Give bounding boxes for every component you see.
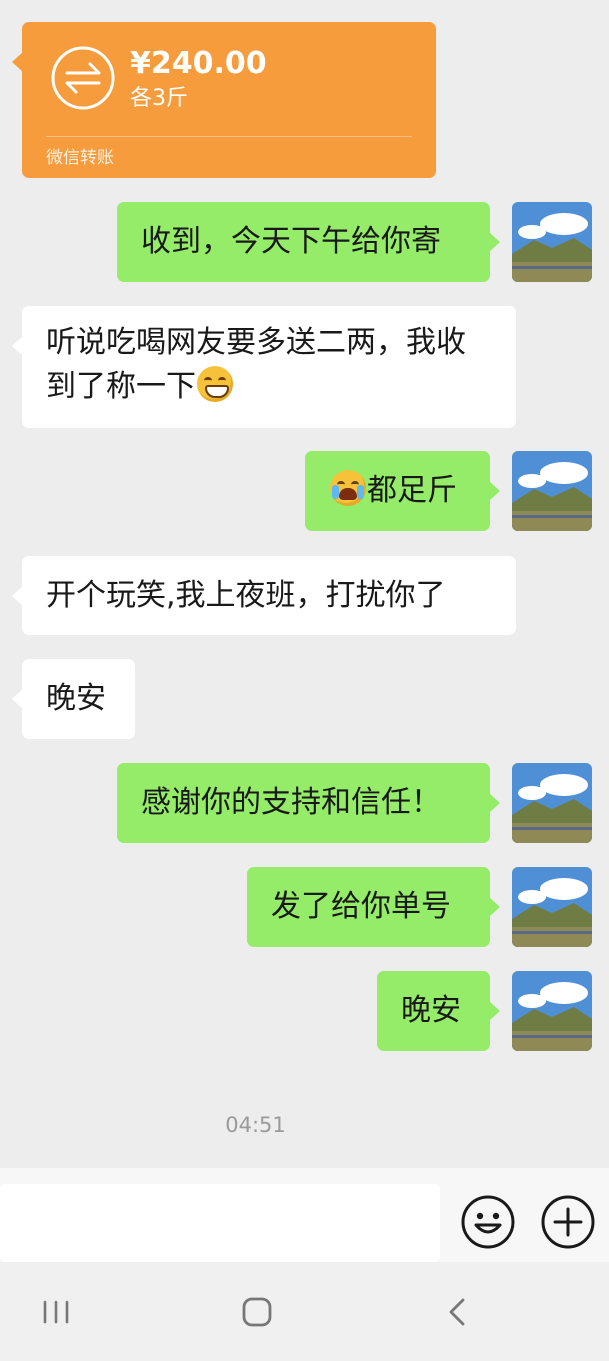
avatar[interactable]: [512, 971, 592, 1051]
recents-icon[interactable]: [36, 1292, 76, 1332]
plus-circle-icon[interactable]: [540, 1194, 596, 1250]
landscape-avatar-image: [512, 867, 592, 947]
system-nav-bar: [0, 1262, 609, 1361]
back-icon[interactable]: [438, 1292, 478, 1332]
message-bubble-sent[interactable]: 都足斤: [305, 451, 500, 531]
message-input[interactable]: [0, 1184, 440, 1262]
avatar[interactable]: [512, 867, 592, 947]
transfer-note: 各3斤: [130, 86, 188, 111]
chat-area[interactable]: ¥240.00 各3斤 微信转账 收到，今天下午给你寄 听说吃喝网友要多送二两，…: [0, 0, 609, 1168]
message-text: 到了称一下: [46, 369, 196, 404]
avatar[interactable]: [512, 202, 592, 282]
avatar[interactable]: [512, 763, 592, 843]
transfer-card[interactable]: ¥240.00 各3斤 微信转账: [12, 22, 436, 178]
home-icon[interactable]: [237, 1292, 277, 1332]
message-bubble-received[interactable]: 开个玩笑,我上夜班，打扰你了: [12, 556, 516, 635]
transfer-amount: ¥240.00: [130, 46, 267, 81]
smiley-icon[interactable]: [460, 1194, 516, 1250]
landscape-avatar-image: [512, 451, 592, 531]
message-bubble-sent[interactable]: 感谢你的支持和信任！: [117, 763, 500, 843]
grin-emoji-icon: [197, 366, 233, 402]
message-timestamp: 04:51: [225, 1113, 286, 1137]
landscape-avatar-image: [512, 971, 592, 1051]
crying-laughing-emoji-icon: [330, 470, 366, 506]
message-text: 感谢你的支持和信任！: [141, 785, 441, 820]
message-text: 晚安: [401, 993, 461, 1028]
input-bar: [0, 1168, 609, 1262]
landscape-avatar-image: [512, 202, 592, 282]
message-text: 都足斤: [367, 473, 457, 508]
message-text: 发了给你单号: [271, 889, 451, 924]
message-text: 开个玩笑,我上夜班，打扰你了: [46, 578, 446, 613]
landscape-avatar-image: [512, 763, 592, 843]
message-bubble-sent[interactable]: 收到，今天下午给你寄: [117, 202, 500, 282]
message-text: 听说吃喝网友要多送二两，我收: [46, 325, 466, 360]
message-text: 晚安: [46, 681, 106, 716]
transfer-arrows-icon: [50, 45, 116, 111]
message-bubble-sent[interactable]: 发了给你单号: [247, 867, 500, 947]
transfer-source-label: 微信转账: [46, 148, 114, 168]
message-bubble-sent[interactable]: 晚安: [377, 971, 500, 1051]
message-text: 收到，今天下午给你寄: [141, 224, 441, 259]
message-bubble-received[interactable]: 听说吃喝网友要多送二两，我收 到了称一下: [12, 306, 516, 428]
avatar[interactable]: [512, 451, 592, 531]
transfer-divider: [46, 136, 412, 137]
message-bubble-received[interactable]: 晚安: [12, 659, 135, 739]
